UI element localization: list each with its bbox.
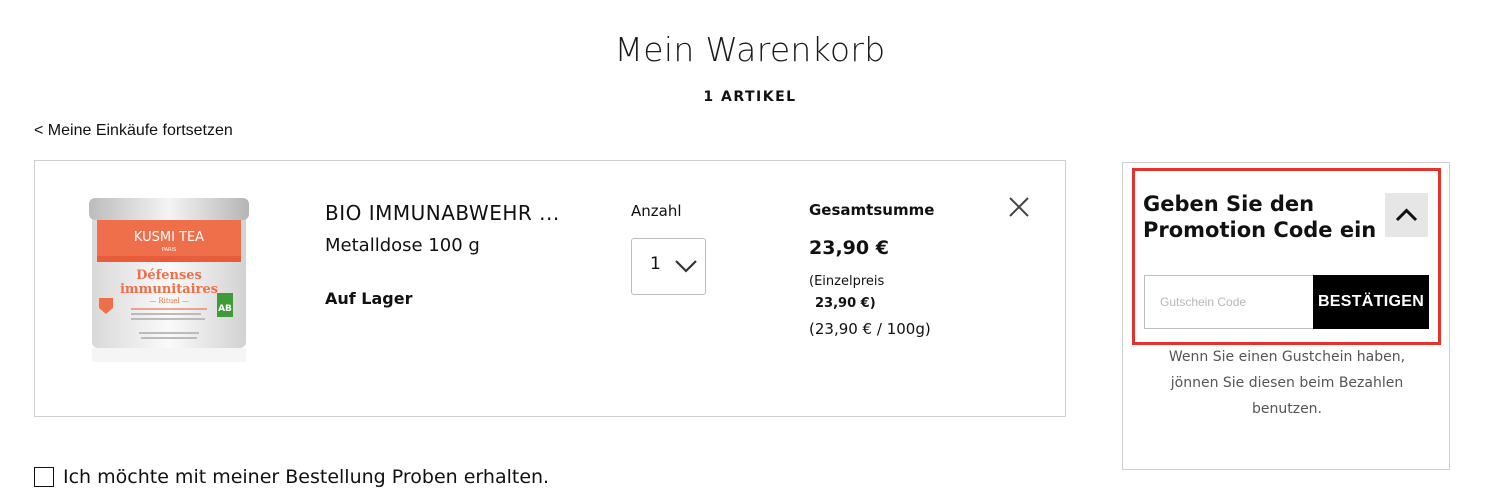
chevron-up-icon <box>1395 208 1418 222</box>
samples-option[interactable]: Ich möchte mit meiner Bestellung Proben … <box>34 462 549 492</box>
samples-label: Ich möchte mit meiner Bestellung Proben … <box>63 466 550 488</box>
unit-price: 23,90 €) <box>815 296 876 311</box>
product-label-line2: immunitaires <box>120 282 218 297</box>
chevron-down-icon <box>675 260 697 273</box>
stock-status: Auf Lager <box>325 289 413 308</box>
product-brand-sub-text: PARIS <box>162 247 176 253</box>
total-label: Gesamtsumme <box>809 201 935 219</box>
product-name[interactable]: BIO IMMUNABWEHR ... <box>325 201 560 225</box>
promo-submit-button[interactable]: BESTÄTIGEN <box>1313 275 1429 329</box>
promo-code-input[interactable] <box>1144 275 1313 329</box>
page-title: Mein Warenkorb <box>614 30 886 69</box>
continue-shopping-link[interactable]: < Meine Einkäufe fortsetzen <box>34 122 233 140</box>
quantity-value: 1 <box>650 254 661 274</box>
total-price: 23,90 € <box>809 237 889 259</box>
samples-checkbox[interactable] <box>34 467 54 487</box>
item-count: 1 ARTIKEL <box>703 89 797 105</box>
promo-hint: Wenn Sie einen Gustchein haben, jönnen S… <box>1168 349 1406 417</box>
promo-title: Geben Sie den Promotion Code ein <box>1143 192 1377 242</box>
promo-panel: Geben Sie den Promotion Code ein BESTÄTI… <box>1122 162 1450 470</box>
quantity-label: Anzahl <box>631 202 682 220</box>
base-price: (23,90 € / 100g) <box>809 320 931 338</box>
product-image[interactable]: KUSMI TEA PARIS Défenses immunitaires — … <box>89 181 249 366</box>
cart-item-card: KUSMI TEA PARIS Défenses immunitaires — … <box>34 160 1066 417</box>
product-label-subtitle: — Rituel — <box>149 297 189 305</box>
close-icon[interactable] <box>1007 195 1031 219</box>
organic-badge-text: AB <box>218 304 232 314</box>
product-brand-text: KUSMI TEA <box>134 230 204 245</box>
unit-price-label: (Einzelpreis <box>809 274 885 289</box>
product-label-line1: Défenses <box>136 268 202 283</box>
product-variant: Metalldose 100 g <box>325 235 480 256</box>
quantity-select[interactable]: 1 <box>631 238 706 295</box>
promo-toggle-button[interactable] <box>1385 193 1428 237</box>
